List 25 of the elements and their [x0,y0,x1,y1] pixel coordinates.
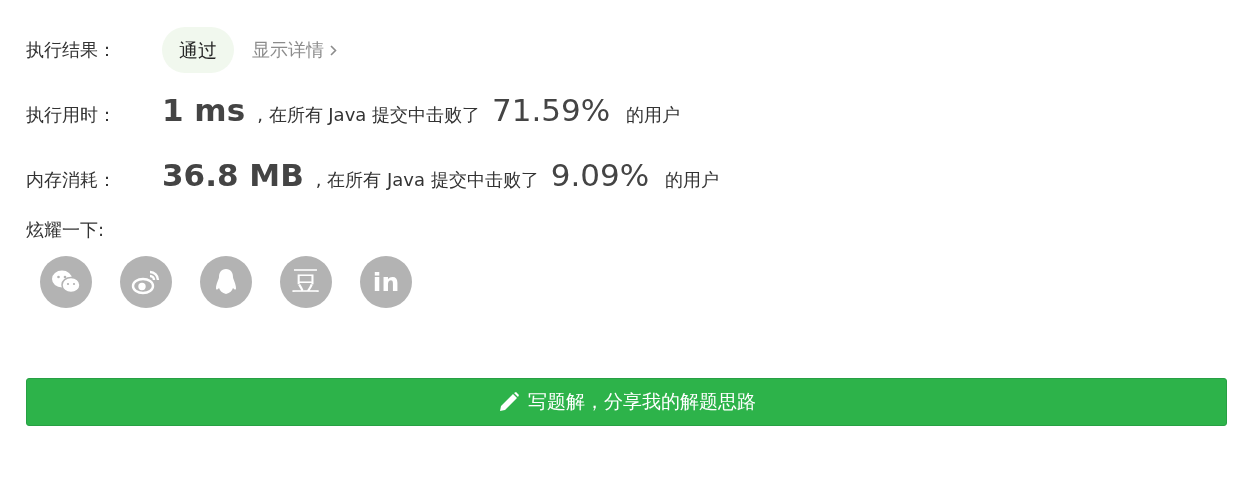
eye-swirl-icon [131,269,161,295]
comparison-text: , 在所有 Java 提交中击败了 [315,168,539,192]
percentile-value: 71.59% [492,92,611,128]
status-badge: 通过 [162,27,234,73]
linkedin-share-button[interactable]: in [360,256,412,308]
comparison-text: , 在所有 Java 提交中击败了 [257,103,481,127]
share-label: 炫耀一下: [26,218,105,242]
metric-value: 36.8 MB [162,157,304,193]
penguin-icon [214,268,238,296]
details-link[interactable]: 显示详情 [252,38,337,62]
chat-share-button[interactable] [40,256,92,308]
metric-value: 1 ms [162,92,246,128]
comparison-text: 的用户 [665,168,720,192]
field-label: 内存消耗： [26,168,117,192]
field-label: 执行用时： [26,103,117,127]
chevron-icon [330,44,337,56]
comparison-text: 的用户 [626,103,681,127]
douban-share-button[interactable]: 豆 [280,256,332,308]
weibo-share-button[interactable] [120,256,172,308]
chat-bubbles-icon [51,269,81,295]
penguin-share-button[interactable] [200,256,252,308]
pencil-icon [497,391,520,413]
write-solution-button[interactable]: 写题解，分享我的解题思路 [26,378,1227,426]
field-label: 执行结果： [26,38,117,62]
percentile-value: 9.09% [550,157,650,193]
